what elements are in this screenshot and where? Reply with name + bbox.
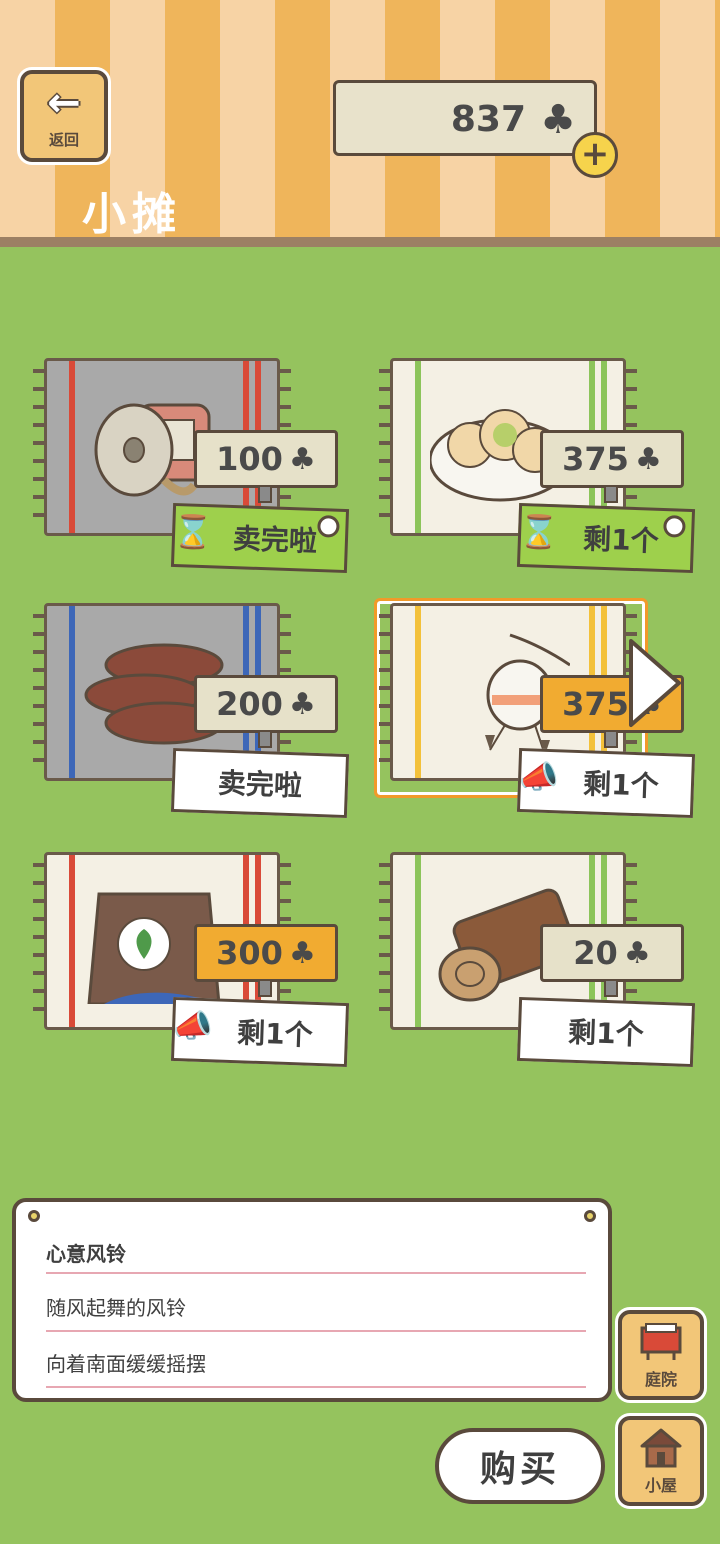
price-peg — [604, 730, 618, 748]
status-tag: ⌛ 卖完啦 — [170, 502, 350, 574]
price-peg — [258, 730, 272, 748]
pin-icon — [584, 1210, 596, 1222]
status-label: 剩1个 — [582, 522, 660, 558]
status-tag: 📣 剩1个 — [516, 747, 696, 819]
yard-icon — [640, 1323, 682, 1360]
page-title: 小摊 — [82, 189, 182, 240]
status-label: 剩1个 — [582, 767, 660, 803]
price-tag: 375 ♣ — [540, 430, 684, 488]
yard-button[interactable]: 庭院 — [618, 1310, 704, 1400]
house-icon — [640, 1428, 682, 1468]
buy-button[interactable]: 购买 — [435, 1428, 605, 1504]
price-value: 200 — [216, 685, 283, 723]
house-button[interactable]: 小屋 — [618, 1416, 704, 1506]
item-description-line-2: 向着南面缓缓摇摆 — [46, 1352, 206, 1376]
item-description-line-1: 随风起舞的风铃 — [46, 1296, 186, 1320]
price-tag: 300 ♣ — [194, 924, 338, 982]
price-value: 375 — [562, 685, 629, 723]
clock-icon — [663, 515, 686, 538]
clover-amount: 837 — [450, 99, 526, 140]
rug-stripe — [69, 855, 75, 1027]
status-label: 剩1个 — [236, 1016, 314, 1052]
clover-counter: 837 ♣ — [333, 80, 597, 156]
rug-fringe — [379, 614, 393, 770]
rug-stripe — [69, 361, 75, 533]
house-button-label: 小屋 — [644, 1476, 677, 1495]
clover-icon: ♣ — [634, 441, 662, 477]
next-arrow-icon[interactable] — [625, 635, 685, 731]
price-value: 375 — [562, 440, 629, 478]
price-value: 20 — [573, 934, 618, 972]
price-value: 100 — [216, 440, 283, 478]
divider — [46, 1330, 586, 1332]
status-tag: 剩1个 — [516, 996, 696, 1068]
rug-fringe — [33, 369, 47, 525]
clock-icon — [317, 515, 340, 538]
back-button-label: 返回 — [48, 130, 79, 149]
status-label: 卖完啦 — [217, 766, 303, 803]
price-peg — [258, 485, 272, 503]
price-peg — [258, 979, 272, 997]
status-label: 剩1个 — [567, 1015, 645, 1052]
hourglass-icon: ⌛ — [172, 511, 214, 552]
clover-icon: ♣ — [288, 935, 316, 971]
divider — [46, 1272, 586, 1274]
rug-fringe — [379, 863, 393, 1019]
clover-icon: ♣ — [288, 441, 316, 477]
price-peg — [604, 979, 618, 997]
rug-fringe — [33, 614, 47, 770]
price-tag: 100 ♣ — [194, 430, 338, 488]
rug-fringe — [379, 369, 393, 525]
divider — [46, 1386, 586, 1388]
item-description-panel: 心意风铃 随风起舞的风铃 向着南面缓缓摇摆 — [12, 1198, 612, 1402]
price-tag: 200 ♣ — [194, 675, 338, 733]
status-tag: 卖完啦 — [170, 747, 350, 819]
pin-icon — [28, 1210, 40, 1222]
clover-icon: ♣ — [288, 686, 316, 722]
rug-stripe — [415, 855, 421, 1027]
megaphone-icon: 📣 — [172, 1005, 214, 1046]
rug-stripe — [69, 606, 75, 778]
back-arrow-icon: ← — [47, 79, 81, 126]
rug-fringe — [33, 863, 47, 1019]
add-clover-button[interactable]: + — [572, 132, 618, 178]
price-value: 300 — [216, 934, 283, 972]
rug-stripe — [415, 606, 421, 778]
status-tag: ⌛ 剩1个 — [516, 502, 696, 574]
price-peg — [604, 485, 618, 503]
megaphone-icon: 📣 — [518, 756, 560, 797]
rug-stripe — [415, 361, 421, 533]
clover-icon: ♣ — [623, 935, 651, 971]
status-label: 卖完啦 — [232, 522, 318, 558]
status-tag: 📣 剩1个 — [170, 996, 350, 1068]
back-button[interactable]: ← 返回 — [20, 70, 108, 162]
hourglass-icon: ⌛ — [518, 511, 560, 552]
clover-icon: ♣ — [540, 97, 576, 143]
item-name: 心意风铃 — [46, 1242, 126, 1266]
price-tag: 20 ♣ — [540, 924, 684, 982]
yard-button-label: 庭院 — [644, 1370, 677, 1389]
